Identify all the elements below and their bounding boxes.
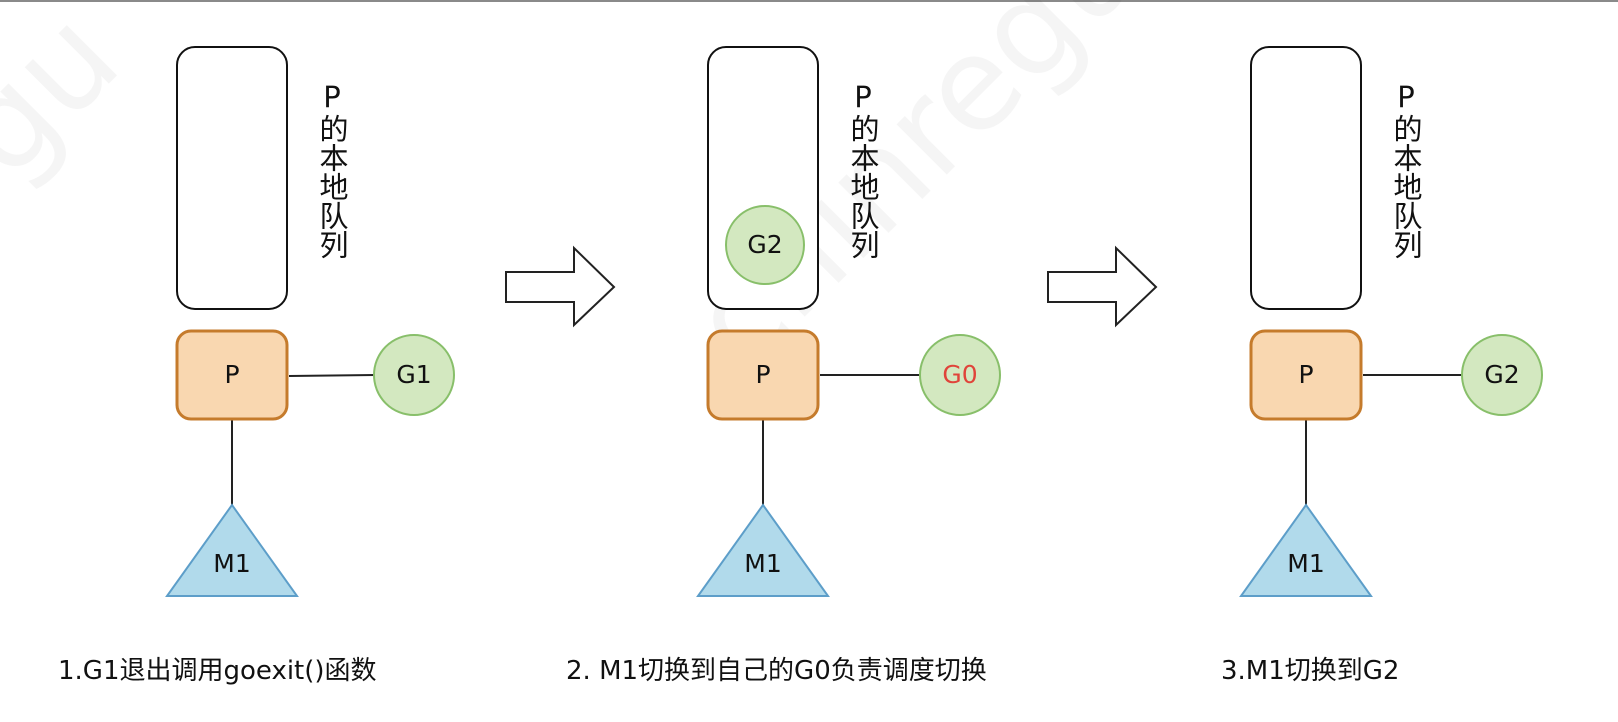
p-label: P: [755, 360, 770, 389]
queue-label: P的本地队列: [846, 80, 880, 259]
p-label: P: [1298, 360, 1313, 389]
p-to-g-link: [288, 374, 376, 377]
scheduler-diagram: gu chinregu P G1 M1 G2 P G0 M1 P: [0, 0, 1543, 597]
transition-arrow-1: [505, 245, 616, 328]
watermark: gu chinregu: [0, 0, 1169, 397]
g-running-label: G1: [396, 360, 431, 389]
local-queue-box: [1250, 46, 1362, 310]
m-label: M1: [213, 549, 250, 578]
queue-label: P的本地队列: [315, 80, 349, 259]
m-label: M1: [1287, 549, 1324, 578]
g-running-label: G2: [1484, 360, 1519, 389]
step-caption-3: 3.M1切换到G2: [1221, 656, 1400, 686]
svg-text:gu: gu: [0, 0, 147, 206]
local-queue-box: [176, 46, 288, 310]
transition-arrow-2: [1047, 245, 1158, 328]
p-label: P: [224, 360, 239, 389]
g0-label: G0: [942, 360, 977, 389]
g-queued-label: G2: [747, 230, 782, 259]
m-label: M1: [744, 549, 781, 578]
step-caption-1: 1.G1退出调用goexit()函数: [58, 656, 377, 686]
queue-label: P的本地队列: [1389, 80, 1423, 259]
step-caption-2: 2. M1切换到自己的G0负责调度切换: [566, 656, 987, 686]
